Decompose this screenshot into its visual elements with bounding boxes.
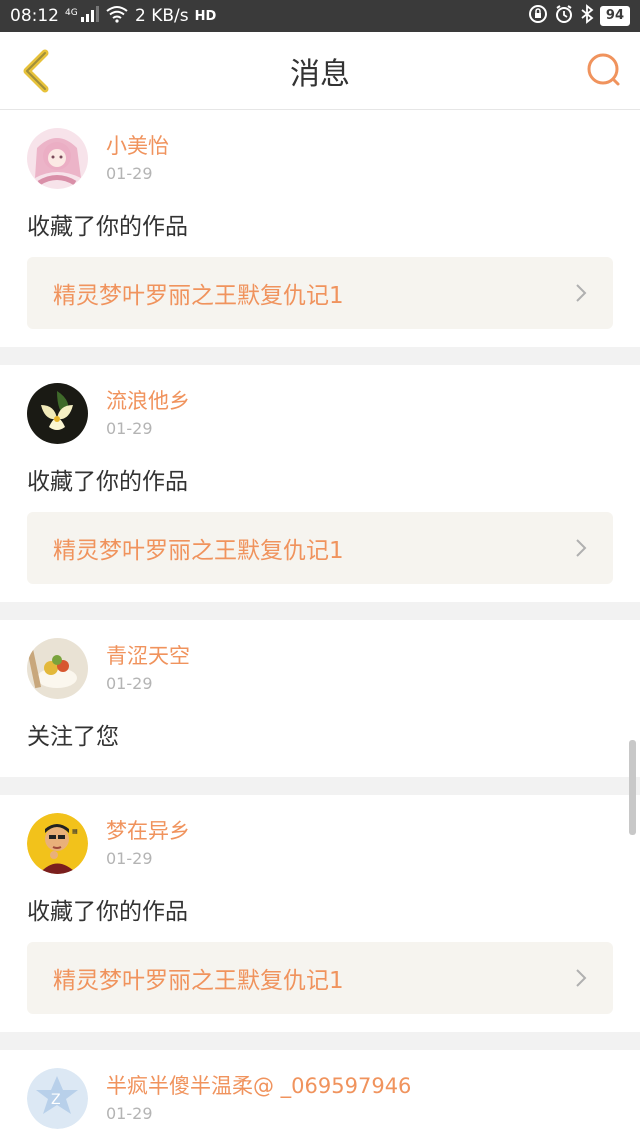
chevron-right-icon [576,284,587,302]
message-action: 收藏了你的作品 [27,214,188,240]
avatar[interactable]: ▦ [27,813,88,874]
message-meta: 半疯半傻半温柔@ _069597946 01-29 [106,1068,411,1128]
message-meta: 梦在异乡 01-29 [106,813,190,873]
status-bar: 08:12 4G 2 KB/s HD 94 [0,0,640,32]
username[interactable]: 青涩天空 [106,642,190,670]
message-header: Z 半疯半傻半温柔@ _069597946 01-29 [27,1068,613,1129]
message-card: Z 半疯半傻半温柔@ _069597946 01-29 [0,1050,640,1138]
message-header: ▦ 梦在异乡 01-29 [27,813,613,874]
chevron-right-icon [576,969,587,987]
scrollbar[interactable] [629,740,636,835]
status-time: 08:12 [10,6,59,26]
message-meta: 青涩天空 01-29 [106,638,190,698]
message-header: 小美怡 01-29 [27,128,613,189]
message-date: 01-29 [106,164,153,183]
avatar[interactable] [27,128,88,189]
back-arrow-icon [23,49,49,92]
message-date: 01-29 [106,849,153,868]
network-type: 4G [65,8,78,18]
network-speed: 2 KB/s [135,6,189,26]
work-link[interactable]: 精灵梦叶罗丽之王默复仇记1 [27,942,613,1014]
message-card: 青涩天空 01-29 关注了您 [0,620,640,777]
message-date: 01-29 [106,419,153,438]
back-button[interactable] [16,47,56,95]
alarm-icon [554,4,574,29]
username[interactable]: 流浪他乡 [106,387,190,415]
message-header: 流浪他乡 01-29 [27,383,613,444]
message-action: 收藏了你的作品 [27,899,188,925]
message-feed[interactable]: 小美怡 01-29 收藏了你的作品 精灵梦叶罗丽之王默复仇记1 流浪他乡 01-… [0,110,640,1138]
chevron-right-icon [576,539,587,557]
nav-bar: 消息 [0,32,640,110]
divider [0,347,640,365]
message-date: 01-29 [106,674,153,693]
work-link[interactable]: 精灵梦叶罗丽之王默复仇记1 [27,257,613,329]
lock-rotation-icon [528,4,548,29]
svg-text:Z: Z [51,1092,61,1108]
divider [0,602,640,620]
search-button[interactable] [584,47,624,95]
wifi-icon [105,5,129,27]
divider [0,1032,640,1050]
work-title: 精灵梦叶罗丽之王默复仇记1 [53,538,344,564]
message-card: 小美怡 01-29 收藏了你的作品 精灵梦叶罗丽之王默复仇记1 [0,110,640,347]
svg-text:▦: ▦ [72,828,78,835]
page-title: 消息 [290,56,350,92]
bluetooth-icon [580,3,594,29]
signal-icon: 4G [65,5,99,27]
avatar[interactable] [27,383,88,444]
avatar[interactable]: Z [27,1068,88,1129]
username[interactable]: 半疯半傻半温柔@ _069597946 [106,1072,411,1100]
battery-indicator: 94 [599,6,630,26]
hd-badge: HD [194,8,217,24]
message-meta: 流浪他乡 01-29 [106,383,190,443]
avatar[interactable] [27,638,88,699]
search-icon [587,53,620,85]
work-title: 精灵梦叶罗丽之王默复仇记1 [53,283,344,309]
username[interactable]: 梦在异乡 [106,817,190,845]
message-action: 关注了您 [27,724,119,750]
work-title: 精灵梦叶罗丽之王默复仇记1 [53,968,344,994]
work-link[interactable]: 精灵梦叶罗丽之王默复仇记1 [27,512,613,584]
message-meta: 小美怡 01-29 [106,128,169,188]
message-card: ▦ 梦在异乡 01-29 收藏了你的作品 精灵梦叶罗丽之王默复仇记1 [0,795,640,1032]
status-left: 08:12 4G 2 KB/s HD [10,5,216,27]
message-card: 流浪他乡 01-29 收藏了你的作品 精灵梦叶罗丽之王默复仇记1 [0,365,640,602]
status-right: 94 [528,3,630,29]
message-date: 01-29 [106,1104,153,1123]
divider [0,777,640,795]
message-action: 收藏了你的作品 [27,469,188,495]
username[interactable]: 小美怡 [106,132,169,160]
message-header: 青涩天空 01-29 [27,638,613,699]
